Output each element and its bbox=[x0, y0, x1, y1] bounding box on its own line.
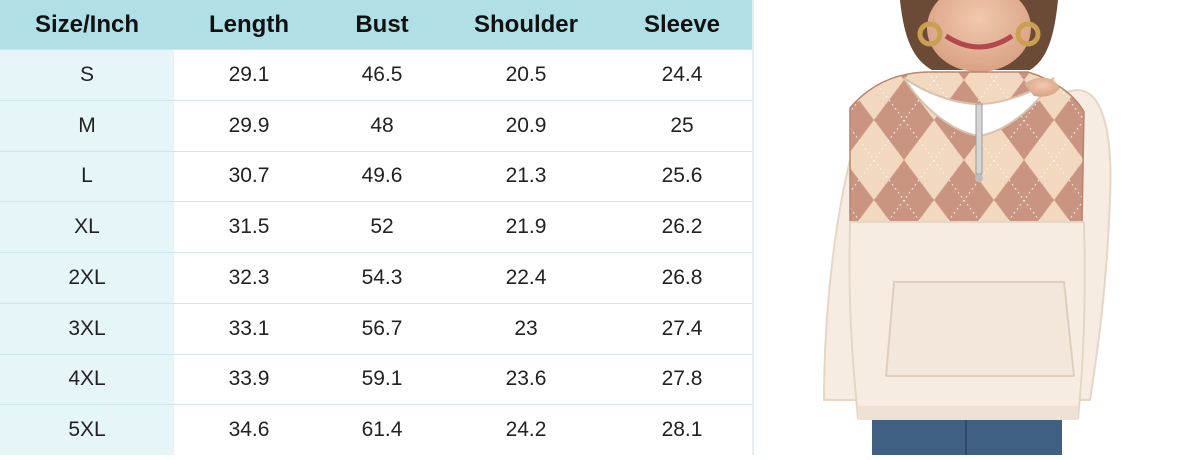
length-cell: 30.7 bbox=[174, 150, 324, 202]
length-cell: 31.5 bbox=[174, 201, 324, 253]
shoulder-cell: 23.6 bbox=[440, 353, 612, 405]
length-cell: 32.3 bbox=[174, 252, 324, 304]
size-cell: 3XL bbox=[0, 302, 174, 354]
size-cell: L bbox=[0, 150, 174, 202]
header-bust: Bust bbox=[324, 0, 440, 50]
bust-cell: 52 bbox=[324, 201, 440, 253]
bust-cell: 46.5 bbox=[324, 49, 440, 101]
table-row: 3XL 33.1 56.7 23 27.4 bbox=[0, 302, 752, 354]
model-wearing-pullover-image bbox=[822, 0, 1112, 455]
size-chart-table: Size/Inch Length Bust Shoulder Sleeve S … bbox=[0, 0, 752, 455]
size-cell: 2XL bbox=[0, 252, 174, 304]
length-cell: 29.1 bbox=[174, 49, 324, 101]
bust-cell: 49.6 bbox=[324, 150, 440, 202]
shoulder-cell: 24.2 bbox=[440, 404, 612, 455]
shoulder-cell: 20.9 bbox=[440, 99, 612, 151]
product-photo bbox=[754, 0, 1200, 455]
table-row: M 29.9 48 20.9 25 bbox=[0, 99, 752, 151]
size-cell: XL bbox=[0, 201, 174, 253]
zipper bbox=[975, 103, 983, 175]
table-row: XL 31.5 52 21.9 26.2 bbox=[0, 201, 752, 253]
kangaroo-pocket bbox=[884, 281, 1076, 377]
size-cell: S bbox=[0, 49, 174, 101]
header-sleeve: Sleeve bbox=[612, 0, 752, 50]
header-size: Size/Inch bbox=[0, 0, 174, 50]
length-cell: 33.1 bbox=[174, 302, 324, 354]
hem bbox=[858, 406, 1078, 420]
bust-cell: 61.4 bbox=[324, 404, 440, 455]
shoulder-cell: 21.3 bbox=[440, 150, 612, 202]
table-row: L 30.7 49.6 21.3 25.6 bbox=[0, 150, 752, 202]
bust-cell: 56.7 bbox=[324, 302, 440, 354]
size-cell: 5XL bbox=[0, 404, 174, 455]
table-row: S 29.1 46.5 20.5 24.4 bbox=[0, 49, 752, 101]
header-shoulder: Shoulder bbox=[440, 0, 612, 50]
sleeve-cell: 27.8 bbox=[612, 353, 752, 405]
sleeve-cell: 25.6 bbox=[612, 150, 752, 202]
zipper-pull bbox=[975, 174, 983, 182]
length-cell: 29.9 bbox=[174, 99, 324, 151]
table-header-row: Size/Inch Length Bust Shoulder Sleeve bbox=[0, 0, 752, 50]
sleeve-cell: 24.4 bbox=[612, 49, 752, 101]
size-cell: 4XL bbox=[0, 353, 174, 405]
length-cell: 34.6 bbox=[174, 404, 324, 455]
sleeve-cell: 26.2 bbox=[612, 201, 752, 253]
bust-cell: 59.1 bbox=[324, 353, 440, 405]
sleeve-cell: 26.8 bbox=[612, 252, 752, 304]
sleeve-cell: 25 bbox=[612, 99, 752, 151]
length-cell: 33.9 bbox=[174, 353, 324, 405]
bust-cell: 48 bbox=[324, 99, 440, 151]
table-row: 5XL 34.6 61.4 24.2 28.1 bbox=[0, 404, 752, 455]
table-row: 2XL 32.3 54.3 22.4 26.8 bbox=[0, 252, 752, 304]
size-cell: M bbox=[0, 99, 174, 151]
shoulder-cell: 21.9 bbox=[440, 201, 612, 253]
table-row: 4XL 33.9 59.1 23.6 27.8 bbox=[0, 353, 752, 405]
sleeve-cell: 27.4 bbox=[612, 302, 752, 354]
header-length: Length bbox=[174, 0, 324, 50]
shoulder-cell: 20.5 bbox=[440, 49, 612, 101]
sleeve-cell: 28.1 bbox=[612, 404, 752, 455]
shoulder-cell: 22.4 bbox=[440, 252, 612, 304]
shoulder-cell: 23 bbox=[440, 302, 612, 354]
bust-cell: 54.3 bbox=[324, 252, 440, 304]
